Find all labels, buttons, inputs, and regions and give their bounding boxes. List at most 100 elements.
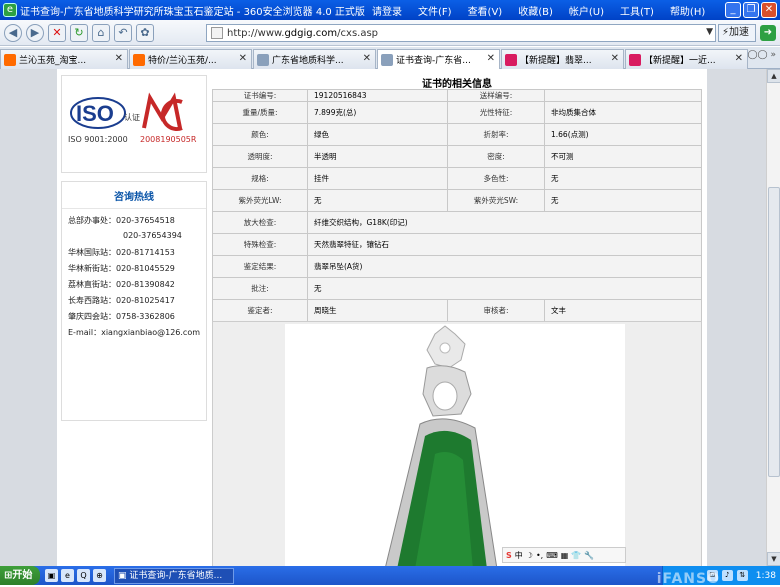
vertical-scrollbar[interactable]: ▲ ▼ bbox=[766, 69, 780, 566]
tab-label: 【新提醒】一近... bbox=[644, 56, 716, 66]
gem-icon bbox=[505, 53, 517, 66]
tab-close-icon[interactable]: ✕ bbox=[363, 53, 371, 64]
cell-label: 放大检查: bbox=[212, 211, 308, 234]
tab-2[interactable]: 特价/兰沁玉苑/... ✕ bbox=[129, 49, 252, 69]
cell-label: 鉴定结果: bbox=[212, 255, 308, 278]
menu-file[interactable]: 文件(F) bbox=[418, 3, 452, 18]
navigation-bar: ◀ ▶ ✕ ↻ ⌂ ↶ ✿ http://www.gdgig.com/cxs.a… bbox=[0, 20, 780, 46]
taskbar-window-button[interactable]: ▣ 证书查询-广东省地质... bbox=[114, 567, 234, 584]
speed-button[interactable]: ⚡加速 bbox=[718, 24, 756, 42]
menu-help[interactable]: 帮助(H) bbox=[670, 3, 705, 18]
chinese-mode-icon[interactable]: 中 bbox=[515, 550, 523, 561]
table-row: 规格: 挂件 多色性: 无 bbox=[212, 167, 702, 190]
page-icon bbox=[257, 53, 269, 66]
cell-value: 挂件 bbox=[307, 167, 448, 190]
address-bar[interactable]: http://www.gdgig.com/cxs.asp ▼ bbox=[206, 24, 716, 42]
forward-icon[interactable]: ▶ bbox=[26, 23, 44, 42]
ime-toolbar: S 中 ☽ •, ⌨ ▦ 👕 🔧 bbox=[502, 547, 626, 563]
hotline-row: 华林新街站：020-81045529 bbox=[68, 264, 175, 273]
cell-label: 颜色: bbox=[212, 123, 308, 146]
desktop-icon[interactable]: ▣ bbox=[45, 569, 58, 582]
keyboard-icon[interactable]: ⌨ bbox=[546, 551, 558, 560]
cell-label: 审核者: bbox=[447, 299, 545, 322]
wrench-icon[interactable]: 🔧 bbox=[584, 551, 594, 560]
minimize-button[interactable]: _ bbox=[725, 2, 741, 18]
menu-login[interactable]: 请登录 bbox=[372, 3, 402, 18]
volume-icon[interactable]: ♪ bbox=[721, 570, 733, 581]
hotline-row: 荔林直街站：020-81390842 bbox=[68, 280, 175, 289]
tab-close-icon[interactable]: ✕ bbox=[487, 53, 495, 64]
clock: 1:38 bbox=[755, 570, 776, 581]
moon-icon[interactable]: ☽ bbox=[526, 551, 533, 560]
qq-icon[interactable]: Q bbox=[77, 569, 90, 582]
refresh-icon[interactable]: ↻ bbox=[70, 23, 88, 42]
table-row: 紫外荧光LW: 无紫外荧光SW: 无 bbox=[212, 189, 702, 212]
certification-logos: ISO 认证 ISO 9001:2000 2008190505R bbox=[61, 75, 207, 173]
hotline-panel: 咨询热线 总部办事处：020-37654518 020-37654394 华林国… bbox=[61, 181, 207, 421]
hotline-email: E-mail：xiangxianbiao@126.com bbox=[68, 328, 201, 337]
punctuation-icon[interactable]: •, bbox=[536, 551, 543, 560]
stop-icon[interactable]: ✕ bbox=[48, 23, 66, 42]
scroll-up-icon[interactable]: ▲ bbox=[767, 69, 780, 83]
ie-icon[interactable]: e bbox=[61, 569, 74, 582]
start-button[interactable]: ⊞开始 bbox=[0, 566, 40, 585]
cell-label: 密度: bbox=[447, 145, 545, 168]
speed-label: 加速 bbox=[729, 27, 750, 38]
menu-account[interactable]: 帐户(U) bbox=[569, 3, 604, 18]
hotline-title: 咨询热线 bbox=[62, 188, 206, 209]
tab-close-icon[interactable]: ✕ bbox=[115, 53, 123, 64]
sogou-icon[interactable]: S bbox=[506, 551, 512, 560]
tab-tools-icon[interactable]: ◯◯ » bbox=[747, 50, 776, 60]
tab-6[interactable]: 【新提醒】一近... ✕ bbox=[625, 49, 748, 69]
certificate-photo-frame bbox=[212, 321, 702, 566]
shirt-icon[interactable]: 👕 bbox=[571, 551, 581, 560]
page-favicon-icon bbox=[211, 27, 223, 39]
table-row: 重量/质量: 7.899克(总) 光性特征: 非均质集合体 bbox=[212, 101, 702, 124]
cell-value: 文丰 bbox=[544, 299, 702, 322]
scroll-thumb[interactable] bbox=[768, 187, 780, 477]
cell-value: 无 bbox=[544, 189, 702, 212]
skin-icon[interactable]: ▦ bbox=[561, 551, 569, 560]
cell-value bbox=[544, 89, 702, 102]
menu-favorites[interactable]: 收藏(B) bbox=[518, 3, 553, 18]
tab-close-icon[interactable]: ✕ bbox=[239, 53, 247, 64]
maximize-button[interactable]: ❐ bbox=[743, 2, 759, 18]
menu-tools[interactable]: 工具(T) bbox=[620, 3, 654, 18]
tab-4[interactable]: 证书查询-广东省... ✕ bbox=[377, 49, 500, 69]
home-icon[interactable]: ⌂ bbox=[92, 23, 110, 42]
tab-5[interactable]: 【新提醒】翡翠... ✕ bbox=[501, 49, 624, 69]
tab-label: 证书查询-广东省... bbox=[396, 56, 471, 66]
cell-value: 纤维交织结构，G18K(印记) bbox=[307, 211, 702, 234]
page-icon bbox=[381, 53, 393, 66]
cell-value: 无 bbox=[307, 277, 702, 300]
certificate-table: 证书编号: 19120516843 送样编号: 重量/质量: 7.899克(总) 光… bbox=[212, 89, 702, 322]
paw-icon[interactable]: ✿ bbox=[136, 23, 154, 42]
tab-close-icon[interactable]: ✕ bbox=[735, 53, 743, 64]
tab-label: 【新提醒】翡翠... bbox=[520, 56, 592, 66]
browser-360-icon[interactable]: ⊕ bbox=[93, 569, 106, 582]
jade-pendant-icon bbox=[385, 325, 498, 566]
tab-label: 广东省地质科学... bbox=[272, 56, 344, 66]
cell-label: 紫外荧光LW: bbox=[212, 189, 308, 212]
table-row: 特殊检查: 天然翡翠特征，镶钻石 bbox=[212, 233, 702, 256]
cell-label: 多色性: bbox=[447, 167, 545, 190]
hotline-row: 华林国际站：020-81714153 bbox=[68, 248, 175, 257]
tab-3[interactable]: 广东省地质科学... ✕ bbox=[253, 49, 376, 69]
tab-label: 兰沁玉苑_淘宝... bbox=[19, 56, 87, 66]
undo-icon[interactable]: ↶ bbox=[114, 23, 132, 42]
tab-1[interactable]: 兰沁玉苑_淘宝... ✕ bbox=[0, 49, 128, 69]
cell-label: 特殊检查: bbox=[212, 233, 308, 256]
tab-close-icon[interactable]: ✕ bbox=[611, 53, 619, 64]
cell-value: 周晓生 bbox=[307, 299, 448, 322]
browser-icon: e bbox=[3, 3, 17, 17]
table-row: 颜色: 绿色 折射率: 1.66(点测) bbox=[212, 123, 702, 146]
network-icon[interactable]: ⇅ bbox=[736, 570, 748, 581]
certificate-title: 证书的相关信息 bbox=[422, 79, 492, 90]
menu-view[interactable]: 查看(V) bbox=[468, 3, 503, 18]
go-icon[interactable]: ➜ bbox=[760, 25, 776, 41]
iso-sub-text: 认证 bbox=[124, 112, 140, 122]
scroll-down-icon[interactable]: ▼ bbox=[767, 552, 780, 566]
close-button[interactable]: ✕ bbox=[761, 2, 777, 18]
back-icon[interactable]: ◀ bbox=[4, 23, 22, 42]
chevron-down-icon[interactable]: ▼ bbox=[706, 27, 713, 37]
